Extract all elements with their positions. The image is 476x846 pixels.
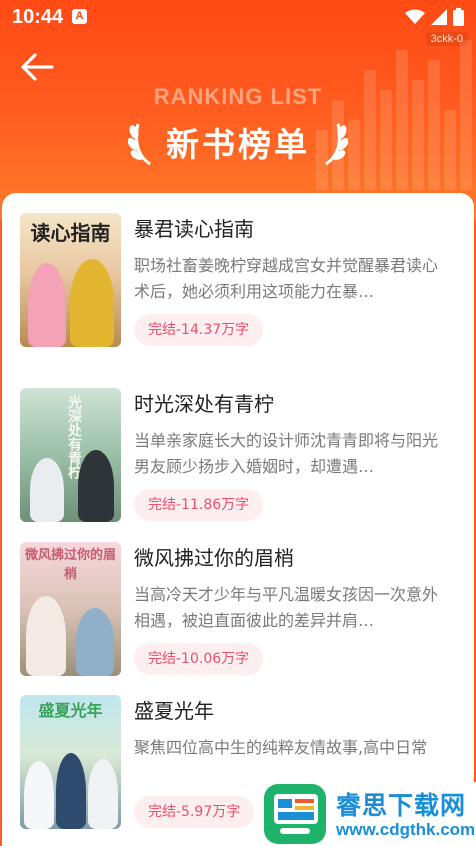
book-description: 当高冷天才少年与平凡温暖女孩因一次意外相遇，被迫直面彼此的差异并肩… bbox=[134, 585, 439, 630]
book-description: 当单亲家庭长大的设计师沈青青即将与阳光男友顾少扬步入婚姻时，却遭遇… bbox=[134, 431, 439, 476]
book-cover: 读心指南 bbox=[20, 213, 121, 347]
book-item[interactable]: 读心指南 暴君读心指南 职场社畜姜晚柠穿越成宫女并觉醒暴君读心术后，她必须利用这… bbox=[20, 213, 460, 347]
book-description: 职场社畜姜晚柠穿越成宫女并觉醒暴君读心术后，她必须利用这项能力在暴… bbox=[134, 256, 439, 301]
book-title: 盛夏光年 bbox=[134, 699, 214, 723]
cover-title: 盛夏光年 bbox=[38, 701, 103, 720]
system-icons bbox=[405, 7, 464, 27]
book-cover: 微风拂过你的眉梢 bbox=[20, 542, 121, 676]
page-title-wrap: 新书榜单 bbox=[0, 114, 476, 170]
watermark-url: www.cdgthk.com bbox=[336, 820, 476, 839]
book-cover: 盛夏光年 bbox=[20, 695, 121, 829]
cover-title: 微风拂过你的眉梢 bbox=[24, 548, 116, 582]
laurel-left-icon bbox=[128, 123, 151, 166]
ranking-list-label: RANKING LIST bbox=[153, 84, 323, 109]
back-button[interactable] bbox=[20, 52, 54, 82]
status-badge: 完结-10.06万字 bbox=[134, 643, 264, 675]
header-banner: 10:44 A 3ckk-0 RANKING LIST 新书榜单 bbox=[0, 0, 476, 220]
book-title: 暴君读心指南 bbox=[134, 217, 254, 241]
site-logo-icon bbox=[264, 784, 326, 844]
book-item[interactable]: 光深处有青柠 时光深处有青柠 当单亲家庭长大的设计师沈青青即将与阳光男友顾少扬步… bbox=[20, 388, 460, 522]
book-cover: 光深处有青柠 bbox=[20, 388, 121, 522]
book-description: 聚焦四位高中生的纯粹友情故事,高中日常 bbox=[134, 738, 428, 757]
book-title: 微风拂过你的眉梢 bbox=[134, 546, 294, 570]
laurel-right-icon bbox=[325, 123, 348, 166]
watermark-name: 睿思下载网 bbox=[336, 791, 467, 820]
battery-icon bbox=[453, 8, 464, 26]
signal-icon bbox=[431, 9, 447, 25]
site-watermark: 睿思下载网 www.cdgthk.com bbox=[262, 782, 476, 846]
status-bar: 10:44 A bbox=[0, 0, 476, 34]
book-title: 时光深处有青柠 bbox=[134, 392, 274, 416]
book-list: 读心指南 暴君读心指南 职场社畜姜晚柠穿越成宫女并觉醒暴君读心术后，她必须利用这… bbox=[2, 193, 474, 846]
wifi-icon bbox=[405, 9, 425, 24]
status-badge: 完结-11.86万字 bbox=[134, 489, 264, 521]
book-item[interactable]: 微风拂过你的眉梢 微风拂过你的眉梢 当高冷天才少年与平凡温暖女孩因一次意外相遇，… bbox=[20, 542, 460, 676]
arrow-left-icon bbox=[21, 53, 54, 81]
device-tag: 3ckk-0 bbox=[425, 32, 468, 46]
cover-title: 读心指南 bbox=[30, 221, 111, 245]
app-notification-icon: A bbox=[72, 9, 87, 24]
status-badge: 完结-5.97万字 bbox=[134, 796, 255, 828]
status-time: 10:44 bbox=[12, 6, 64, 28]
page-title: 新书榜单 bbox=[166, 125, 310, 164]
status-badge: 完结-14.37万字 bbox=[134, 314, 264, 346]
